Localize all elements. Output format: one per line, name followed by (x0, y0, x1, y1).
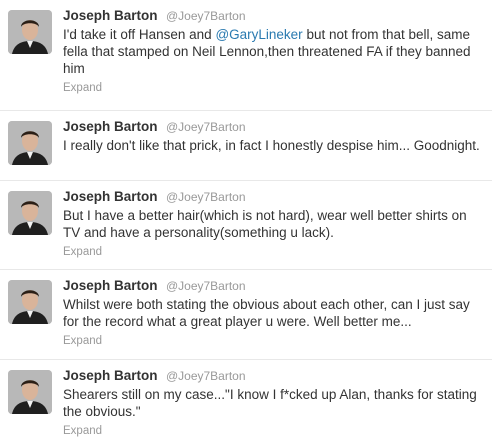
tweet[interactable]: Joseph Barton @Joey7Barton Shearers stil… (0, 360, 492, 446)
tweet-text: Shearers still on my case..."I know I f*… (63, 387, 477, 419)
author-handle: @Joey7Barton (165, 120, 246, 134)
avatar[interactable] (8, 280, 52, 324)
author-name[interactable]: Joseph Barton (63, 278, 158, 293)
tweet-text: I really don't like that prick, in fact … (63, 138, 480, 153)
tweet-text-part: I'd take it off Hansen and (63, 27, 216, 42)
expand-link[interactable]: Expand (63, 424, 486, 438)
tweet-text: Whilst were both stating the obvious abo… (63, 297, 470, 329)
tweet-text: But I have a better hair(which is not ha… (63, 208, 467, 240)
mention-link[interactable]: @GaryLineker (215, 27, 302, 42)
expand-link[interactable]: Expand (63, 334, 486, 348)
tweet-timeline: Joseph Barton @Joey7Barton I'd take it o… (0, 0, 500, 446)
avatar[interactable] (8, 10, 52, 54)
author-name[interactable]: Joseph Barton (63, 189, 158, 204)
author-handle: @Joey7Barton (165, 9, 246, 23)
author-name[interactable]: Joseph Barton (63, 8, 158, 23)
author-name[interactable]: Joseph Barton (63, 119, 158, 134)
avatar[interactable] (8, 370, 52, 414)
avatar[interactable] (8, 191, 52, 235)
author-handle: @Joey7Barton (165, 369, 246, 383)
tweet-text: I'd take it off Hansen and @GaryLineker … (63, 26, 486, 77)
tweet[interactable]: Joseph Barton @Joey7Barton I really don'… (0, 111, 492, 181)
author-handle: @Joey7Barton (165, 190, 246, 204)
tweet[interactable]: Joseph Barton @Joey7Barton I'd take it o… (0, 0, 492, 111)
tweet[interactable]: Joseph Barton @Joey7Barton But I have a … (0, 181, 492, 270)
tweet[interactable]: Joseph Barton @Joey7Barton Whilst were b… (0, 270, 492, 360)
expand-link[interactable]: Expand (63, 81, 486, 95)
expand-link[interactable]: Expand (63, 245, 486, 259)
avatar[interactable] (8, 121, 52, 165)
author-name[interactable]: Joseph Barton (63, 368, 158, 383)
author-handle: @Joey7Barton (165, 279, 246, 293)
